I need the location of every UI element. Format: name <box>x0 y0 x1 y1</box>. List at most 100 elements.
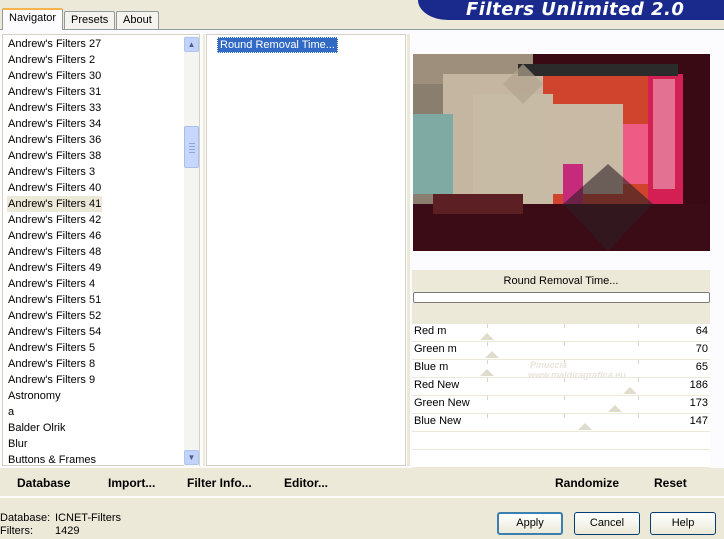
slider-row[interactable]: Green m 70 <box>412 342 710 360</box>
scroll-thumb[interactable] <box>184 126 199 168</box>
category-item[interactable]: a <box>7 404 15 420</box>
status-filters-value: 1429 <box>55 525 80 537</box>
help-button[interactable]: Help <box>650 512 716 535</box>
slider-row[interactable]: Red New 186 <box>412 378 710 396</box>
current-filter-name: Round Removal Time... <box>412 270 710 292</box>
category-item[interactable]: Andrew's Filters 40 <box>7 180 102 196</box>
category-item[interactable]: Andrew's Filters 48 <box>7 244 102 260</box>
filter-item-selected[interactable]: Round Removal Time... <box>217 37 338 53</box>
database-button[interactable]: Database <box>17 476 70 490</box>
slider-value: 64 <box>695 325 708 337</box>
randomize-button[interactable]: Randomize <box>555 476 619 490</box>
splitter[interactable] <box>407 34 410 466</box>
apply-button[interactable]: Apply <box>497 512 563 535</box>
slider-row[interactable]: Green New 173 <box>412 396 710 414</box>
empty-slider-row <box>412 450 710 468</box>
slider-tick <box>564 396 565 400</box>
slider-value: 147 <box>689 415 708 427</box>
editor-button[interactable]: Editor... <box>284 476 328 490</box>
category-item[interactable]: Andrew's Filters 5 <box>7 340 96 356</box>
slider-tick <box>487 378 488 382</box>
splitter[interactable] <box>203 34 205 466</box>
category-item[interactable]: Andrew's Filters 8 <box>7 356 96 372</box>
slider-handle[interactable] <box>608 405 622 412</box>
slider-tick <box>638 396 639 400</box>
slider-tick <box>638 342 639 346</box>
category-item[interactable]: Andrew's Filters 30 <box>7 68 102 84</box>
reset-button[interactable]: Reset <box>654 476 687 490</box>
category-item[interactable]: Andrew's Filters 42 <box>7 212 102 228</box>
progress-area <box>412 303 710 325</box>
category-item[interactable]: Astronomy <box>7 388 62 404</box>
category-item[interactable]: Andrew's Filters 36 <box>7 132 102 148</box>
slider-tick <box>487 414 488 418</box>
category-item[interactable]: Andrew's Filters 9 <box>7 372 96 388</box>
slider-value: 173 <box>689 397 708 409</box>
status-database-label: Database: <box>0 512 51 524</box>
preview-art <box>413 54 710 251</box>
category-item[interactable]: Andrew's Filters 54 <box>7 324 102 340</box>
slider-handle[interactable] <box>480 333 494 340</box>
empty-slider-row <box>412 432 710 450</box>
category-item[interactable]: Andrew's Filters 34 <box>7 116 102 132</box>
slider-label: Green m <box>414 343 457 355</box>
slider-tick <box>564 414 565 418</box>
slider-label: Red m <box>414 325 447 337</box>
slider-handle[interactable] <box>485 351 499 358</box>
slider-handle[interactable] <box>480 369 494 376</box>
slider-tick <box>487 324 488 328</box>
slider-handle[interactable] <box>623 387 637 394</box>
app-title: Filters Unlimited 2.0 <box>466 0 685 20</box>
cancel-button[interactable]: Cancel <box>574 512 640 535</box>
category-item[interactable]: Andrew's Filters 27 <box>7 36 102 52</box>
slider-tick <box>638 378 639 382</box>
slider-row[interactable]: Blue New 147 <box>412 414 710 432</box>
import-button[interactable]: Import... <box>108 476 155 490</box>
watermark: Pinuccia www.maldiragrafica.eu <box>528 360 626 380</box>
category-item[interactable]: Andrew's Filters 49 <box>7 260 102 276</box>
scroll-up-button[interactable]: ▲ <box>184 37 199 52</box>
category-item[interactable]: Andrew's Filters 41 <box>7 196 103 212</box>
scroll-down-button[interactable]: ▼ <box>184 450 199 465</box>
slider-tick <box>564 324 565 328</box>
status-database: Database: ICNET-Filters <box>0 512 121 524</box>
category-item[interactable]: Andrew's Filters 33 <box>7 100 102 116</box>
slider-label: Blue m <box>414 361 449 373</box>
slider-label: Green New <box>414 397 470 409</box>
status-filters-label: Filters: <box>0 525 33 537</box>
slider-tick <box>638 360 639 364</box>
category-item[interactable]: Blur <box>7 436 29 452</box>
tab-presets[interactable]: Presets <box>64 11 116 29</box>
filter-list[interactable]: Round Removal Time... <box>206 34 406 466</box>
category-item[interactable]: Andrew's Filters 31 <box>7 84 102 100</box>
category-item[interactable]: Andrew's Filters 4 <box>7 276 96 292</box>
slider-tick <box>487 396 488 400</box>
category-item[interactable]: Andrew's Filters 38 <box>7 148 102 164</box>
slider-tick <box>487 360 488 364</box>
category-item[interactable]: Andrew's Filters 52 <box>7 308 102 324</box>
slider-tick <box>487 342 488 346</box>
slider-tick <box>638 414 639 418</box>
filter-info-button[interactable]: Filter Info... <box>187 476 252 490</box>
category-item[interactable]: Andrew's Filters 3 <box>7 164 96 180</box>
category-item[interactable]: Andrew's Filters 46 <box>7 228 102 244</box>
slider-label: Red New <box>414 379 460 391</box>
tab-about[interactable]: About <box>116 11 159 29</box>
slider-label: Blue New <box>414 415 462 427</box>
preview-image <box>413 54 710 251</box>
slider-value: 65 <box>695 361 708 373</box>
slider-row[interactable]: Red m 64 <box>412 324 710 342</box>
progress-bar <box>413 292 710 303</box>
category-item[interactable]: Andrew's Filters 2 <box>7 52 96 68</box>
category-item[interactable]: Andrew's Filters 51 <box>7 292 102 308</box>
category-item[interactable]: Balder Olrik <box>7 420 66 436</box>
status-filters: Filters: 1429 <box>0 525 79 537</box>
slider-value: 70 <box>695 343 708 355</box>
status-database-value: ICNET-Filters <box>55 512 121 524</box>
slider-tick <box>564 342 565 346</box>
slider-handle[interactable] <box>578 423 592 430</box>
slider-tick <box>638 324 639 328</box>
category-item[interactable]: Buttons & Frames <box>7 452 97 468</box>
category-scrollbar[interactable]: ▲ ▼ <box>184 36 199 466</box>
tab-navigator[interactable]: Navigator <box>2 8 64 30</box>
